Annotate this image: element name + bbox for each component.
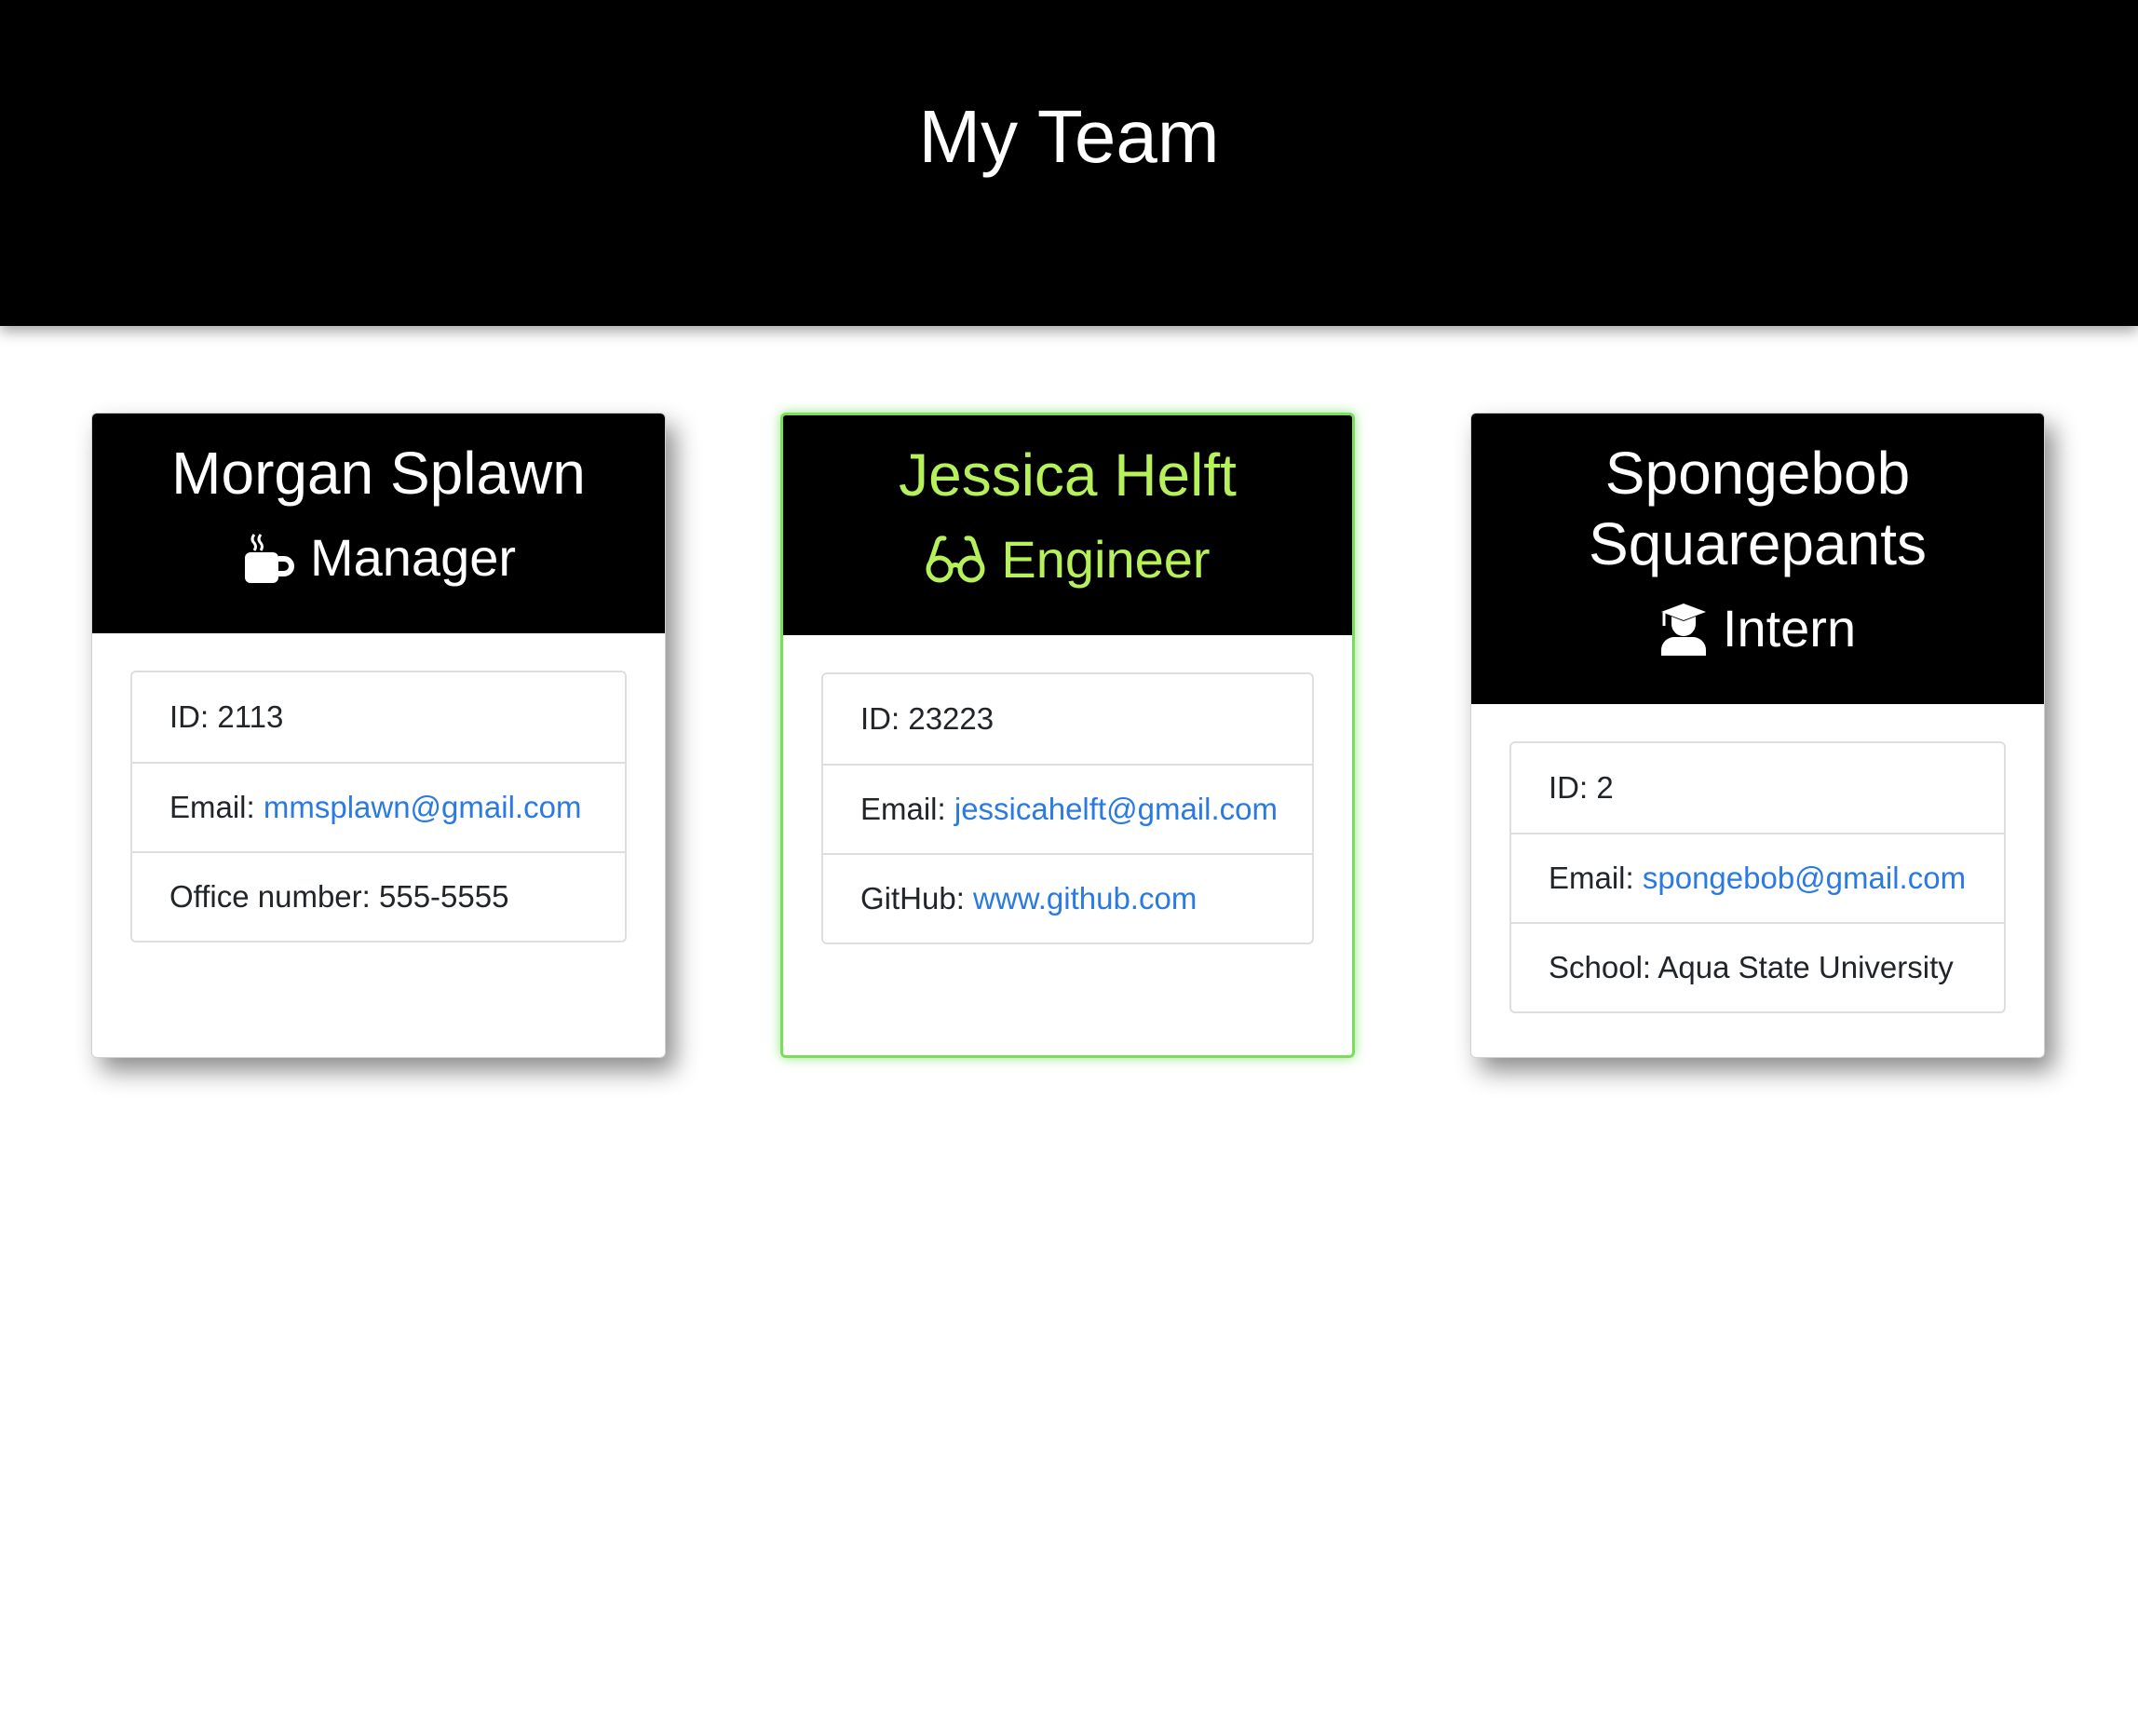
id-text: ID: 2	[1549, 770, 1614, 805]
office-number-text: Office number: 555-5555	[169, 879, 509, 914]
employee-role: Manager	[120, 525, 637, 590]
school-item: School: Aqua State University	[1511, 922, 2004, 1011]
id-text: ID: 23223	[860, 701, 995, 736]
employee-card-manager: Morgan Splawn Manager ID: 2113 Email: mm…	[91, 413, 666, 1058]
id-text: ID: 2113	[169, 699, 284, 734]
employee-card-intern: Spongebob Squarepants Intern ID: 2 Email…	[1470, 413, 2045, 1058]
id-item: ID: 2	[1511, 743, 2004, 833]
glasses-icon	[925, 536, 986, 584]
graduate-icon	[1659, 602, 1708, 656]
github-label: GitHub:	[860, 881, 974, 915]
email-link[interactable]: mmsplawn@gmail.com	[264, 790, 582, 825]
email-link[interactable]: spongebob@gmail.com	[1643, 861, 1966, 896]
employee-name: Spongebob Squarepants	[1589, 440, 1927, 577]
employee-name: Morgan Splawn	[171, 440, 586, 507]
employee-role: Engineer	[808, 527, 1327, 592]
email-label: Email:	[1549, 861, 1643, 895]
email-item: Email: spongebob@gmail.com	[1511, 833, 2004, 922]
github-item: GitHub: www.github.com	[823, 853, 1312, 943]
role-label: Intern	[1722, 599, 1857, 658]
employee-name: Jessica Helft	[899, 441, 1237, 509]
details-list: ID: 2 Email: spongebob@gmail.com School:…	[1509, 741, 2006, 1013]
page-header: My Team	[0, 0, 2138, 326]
page-title: My Team	[918, 95, 1220, 178]
github-link[interactable]: www.github.com	[973, 881, 1197, 916]
role-label: Manager	[309, 528, 517, 587]
card-header: Morgan Splawn Manager	[92, 414, 665, 633]
email-item: Email: jessicahelft@gmail.com	[823, 764, 1312, 853]
id-item: ID: 2113	[132, 672, 625, 762]
school-text: School: Aqua State University	[1549, 950, 1954, 984]
office-number-item: Office number: 555-5555	[132, 851, 625, 941]
card-header: Jessica Helft Engineer	[783, 415, 1352, 635]
details-list: ID: 2113 Email: mmsplawn@gmail.com Offic…	[130, 671, 627, 943]
email-link[interactable]: jessicahelft@gmail.com	[954, 792, 1278, 827]
email-item: Email: mmsplawn@gmail.com	[132, 762, 625, 851]
card-header: Spongebob Squarepants Intern	[1471, 414, 2044, 704]
details-list: ID: 23223 Email: jessicahelft@gmail.com …	[821, 672, 1314, 944]
id-item: ID: 23223	[823, 674, 1312, 764]
employee-role: Intern	[1499, 596, 2016, 661]
role-label: Engineer	[1001, 530, 1211, 589]
coffee-mug-icon	[241, 531, 295, 585]
email-label: Email:	[169, 790, 264, 824]
employee-card-engineer: Jessica Helft Engineer ID: 23223 Email: …	[780, 413, 1355, 1058]
email-label: Email:	[860, 792, 954, 826]
